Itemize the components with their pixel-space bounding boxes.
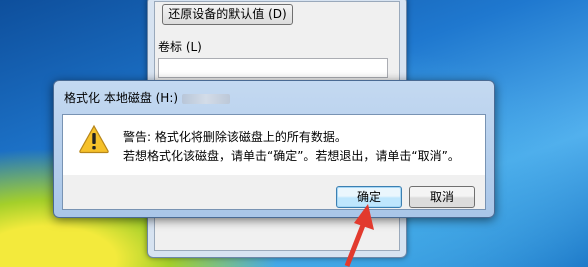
restore-defaults-button[interactable]: 还原设备的默认值 (D) <box>162 4 293 25</box>
cancel-button[interactable]: 取消 <box>409 186 475 208</box>
format-warning-dialog: 格式化 本地磁盘 (H:) 警告: 格式化将删除该磁盘上的所有数据。 若想格式化… <box>53 80 495 218</box>
dialog-client-area: 警告: 格式化将删除该磁盘上的所有数据。 若想格式化该磁盘，请单击“确定”。若想… <box>62 114 486 210</box>
dialog-message-panel: 警告: 格式化将删除该磁盘上的所有数据。 若想格式化该磁盘，请单击“确定”。若想… <box>63 115 485 175</box>
dialog-title: 格式化 本地磁盘 (H:) <box>64 89 231 106</box>
volume-label-text: 卷标 (L) <box>158 40 202 54</box>
red-arrow-annotation <box>344 204 374 267</box>
volume-label-input[interactable] <box>158 58 388 78</box>
obscured-volume-name <box>182 93 231 104</box>
warning-message-line2: 若想格式化该磁盘，请单击“确定”。若想退出，请单击“取消”。 <box>123 149 460 163</box>
warning-icon <box>79 124 109 154</box>
warning-message-line1: 警告: 格式化将删除该磁盘上的所有数据。 <box>123 130 347 144</box>
dialog-title-text: 格式化 本地磁盘 (H:) <box>64 91 179 105</box>
